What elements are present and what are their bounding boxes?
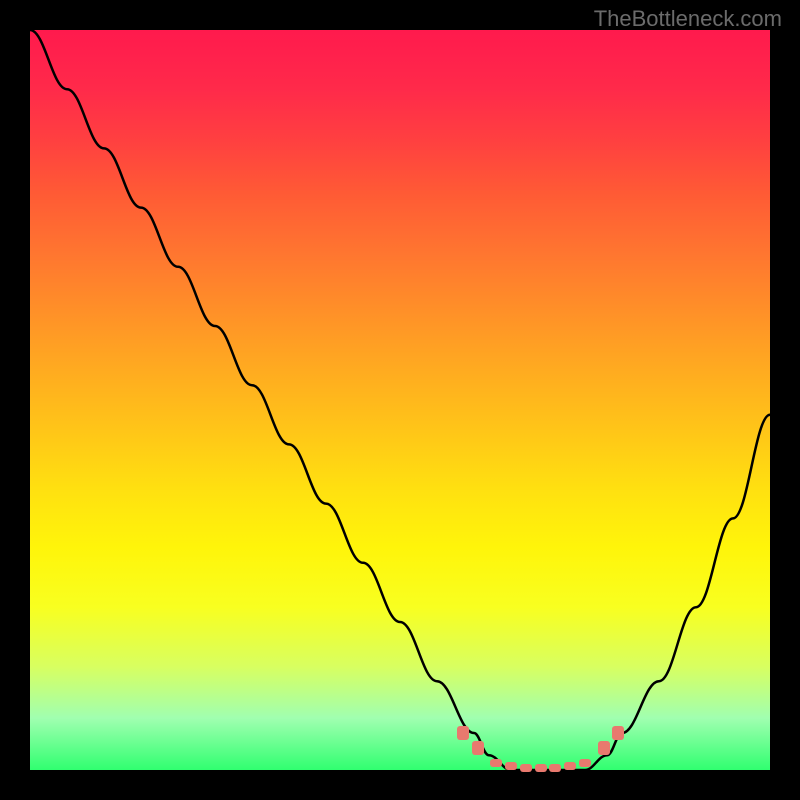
marker-dot [535, 764, 547, 772]
marker-dot [564, 762, 576, 770]
marker-dot [598, 741, 610, 755]
marker-dot [612, 726, 624, 740]
curve-svg [30, 30, 770, 770]
marker-dot [549, 764, 561, 772]
watermark-text: TheBottleneck.com [594, 6, 782, 32]
bottleneck-curve-path [30, 30, 770, 770]
marker-dot [520, 764, 532, 772]
marker-dot [579, 759, 591, 767]
marker-dot [490, 759, 502, 767]
chart-plot-area [30, 30, 770, 770]
marker-dot [457, 726, 469, 740]
marker-dot [505, 762, 517, 770]
marker-dot [472, 741, 484, 755]
